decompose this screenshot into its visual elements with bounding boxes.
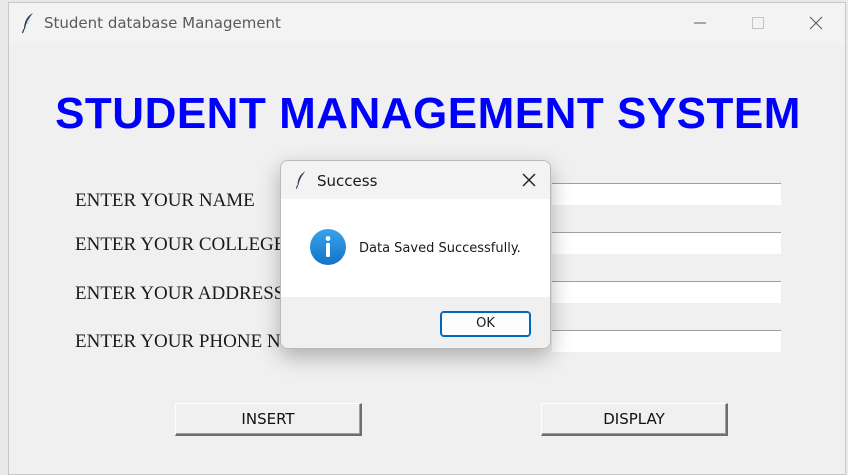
college-label: ENTER YOUR COLLEGE xyxy=(75,234,286,255)
minimize-button[interactable] xyxy=(671,3,729,43)
close-icon[interactable] xyxy=(520,171,538,189)
success-dialog: Success Data Saved Successfully. OK xyxy=(280,160,551,349)
dialog-title-bar: Success xyxy=(281,161,550,199)
name-input[interactable] xyxy=(552,183,781,205)
dialog-footer: OK xyxy=(281,297,550,348)
title-bar: Student database Management xyxy=(9,3,845,43)
window-title: Student database Management xyxy=(44,14,281,32)
minimize-icon xyxy=(694,22,706,24)
address-input[interactable] xyxy=(552,281,781,303)
college-input[interactable] xyxy=(552,232,781,254)
address-label: ENTER YOUR ADDRESS xyxy=(75,283,285,304)
close-button[interactable] xyxy=(787,3,845,43)
feather-icon xyxy=(21,13,33,34)
dialog-body: Data Saved Successfully. xyxy=(281,199,550,297)
maximize-button[interactable] xyxy=(729,3,787,43)
feather-icon xyxy=(295,171,306,189)
maximize-icon xyxy=(752,17,764,29)
page-heading: STUDENT MANAGEMENT SYSTEM xyxy=(55,89,801,138)
dialog-message: Data Saved Successfully. xyxy=(359,241,521,256)
display-button[interactable]: DISPLAY xyxy=(541,403,728,436)
ok-button[interactable]: OK xyxy=(440,311,531,337)
name-label: ENTER YOUR NAME xyxy=(75,190,255,211)
info-icon xyxy=(310,229,346,265)
close-icon xyxy=(809,16,823,30)
phone-input[interactable] xyxy=(552,330,781,352)
dialog-title: Success xyxy=(317,172,378,190)
insert-button[interactable]: INSERT xyxy=(175,403,362,436)
